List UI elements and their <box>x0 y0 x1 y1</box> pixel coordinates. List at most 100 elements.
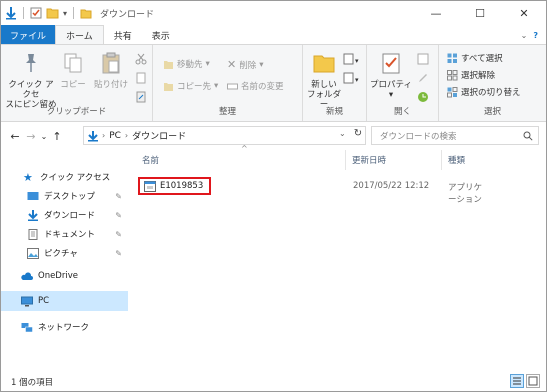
pin-icon[interactable]: ✎ <box>115 249 122 258</box>
invert-selection-label: 選択の切り替え <box>461 88 521 98</box>
ribbon: クイック アクセ スにピン留め コピー 貼り付け クリップボード 移動先 ▾ コ… <box>1 44 546 122</box>
open-icon[interactable] <box>417 53 429 65</box>
column-header-type[interactable]: 種類 <box>442 150 540 170</box>
nav-downloads-label: ダウンロード <box>44 211 96 221</box>
nav-documents-label: ドキュメント <box>44 230 96 240</box>
close-button[interactable]: ✕ <box>502 1 546 25</box>
download-location-icon <box>88 130 98 141</box>
forward-button[interactable]: → <box>23 130 39 143</box>
minimize-button[interactable]: — <box>414 1 458 25</box>
nav-onedrive[interactable]: OneDrive <box>1 266 128 286</box>
star-icon: ★ <box>23 170 33 184</box>
properties-button[interactable]: プロパティ ▾ <box>369 51 413 100</box>
copy-to-button[interactable]: コピー先 ▾ <box>163 80 218 92</box>
search-box[interactable]: ダウンロードの検索 <box>371 126 539 145</box>
maximize-button[interactable]: ☐ <box>458 1 502 25</box>
select-none-icon <box>447 69 458 80</box>
pin-icon[interactable]: ✎ <box>115 230 122 239</box>
organize-group: 移動先 ▾ コピー先 ▾ ✕ 削除 ▾ 名前の変更 整理 <box>153 45 303 121</box>
copy-button[interactable]: コピー <box>59 51 87 90</box>
quick-access-toolbar: ▾ ダウンロード <box>1 6 154 20</box>
delete-button[interactable]: ✕ 削除 ▾ <box>227 58 264 71</box>
clipboard-group: クイック アクセ スにピン留め コピー 貼り付け クリップボード <box>1 45 153 121</box>
breadcrumb-downloads[interactable]: ダウンロード <box>132 129 186 142</box>
qat-dropdown-icon[interactable]: ▾ <box>63 9 67 18</box>
details-view-button[interactable] <box>510 374 524 388</box>
properties-icon <box>382 53 400 74</box>
nav-pictures[interactable]: ピクチャ ✎ <box>1 243 128 263</box>
new-folder-icon[interactable] <box>46 7 59 19</box>
nav-downloads[interactable]: ダウンロード ✎ <box>1 205 128 225</box>
address-bar[interactable]: › PC › ダウンロード <box>83 126 366 145</box>
nav-pc[interactable]: PC <box>1 291 128 311</box>
refresh-button[interactable]: ↻ <box>351 125 365 142</box>
file-name-cell[interactable]: E1019853 <box>138 177 211 195</box>
clipboard-icon <box>102 52 120 74</box>
address-dropdown-icon[interactable]: ⌄ <box>339 129 346 138</box>
expand-ribbon-icon[interactable]: ⌄ <box>521 31 528 40</box>
breadcrumb-pc[interactable]: PC <box>109 131 121 141</box>
pin-icon <box>26 54 36 72</box>
back-button[interactable]: ← <box>7 130 23 143</box>
file-date: 2017/05/22 12:12 <box>353 181 430 191</box>
computer-icon <box>21 296 33 306</box>
file-type: アプリケーション <box>448 183 483 205</box>
select-none-button[interactable]: 選択解除 <box>447 69 495 81</box>
download-icon <box>28 209 38 221</box>
column-header-date[interactable]: 更新日時 <box>346 150 442 170</box>
paste-button[interactable]: 貼り付け <box>93 51 129 90</box>
desktop-icon <box>27 191 39 200</box>
nav-network[interactable]: ネットワーク <box>1 317 128 337</box>
tab-share[interactable]: 共有 <box>104 25 142 45</box>
properties-check-icon[interactable] <box>30 7 42 19</box>
new-folder-button[interactable]: 新しい フォルダー <box>307 51 341 110</box>
folder-icon <box>80 9 92 18</box>
breadcrumb-separator: › <box>102 131 106 140</box>
network-icon <box>21 322 33 332</box>
column-header-name[interactable]: ^ 名前 <box>136 144 346 170</box>
column-type-label: 種類 <box>448 156 466 166</box>
sort-ascending-icon: ^ <box>241 144 248 153</box>
status-bar: 1 個の項目 <box>1 373 546 391</box>
copy-to-label: コピー先 <box>177 82 212 92</box>
organize-group-label: 整理 <box>218 107 236 117</box>
open-group-label: 開く <box>393 107 411 117</box>
move-icon <box>164 60 173 69</box>
document-icon <box>28 228 38 240</box>
nav-network-label: ネットワーク <box>38 323 90 333</box>
invert-selection-button[interactable]: 選択の切り替え <box>447 86 521 98</box>
edit-icon[interactable] <box>417 72 429 84</box>
new-folder-icon <box>313 55 335 73</box>
pin-quick-access-button[interactable]: クイック アクセ スにピン留め <box>5 51 57 110</box>
large-icons-view-button[interactable] <box>526 374 540 388</box>
copy-path-icon[interactable] <box>135 72 147 84</box>
ribbon-extras: ⌄ ? <box>521 25 546 45</box>
paste-label: 貼り付け <box>93 80 128 90</box>
table-row[interactable]: E1019853 2017/05/22 12:12 アプリケーション <box>136 177 486 205</box>
rename-button[interactable]: 名前の変更 <box>227 80 284 92</box>
details-view-icon <box>513 377 521 385</box>
history-icon[interactable] <box>417 91 429 103</box>
nav-documents[interactable]: ドキュメント ✎ <box>1 224 128 244</box>
divider <box>73 7 75 19</box>
select-all-button[interactable]: すべて選択 <box>447 52 503 64</box>
tab-view[interactable]: 表示 <box>142 25 180 45</box>
cut-icon[interactable] <box>135 53 147 65</box>
down-arrow-icon[interactable] <box>5 6 17 20</box>
new-item-icon[interactable]: ▾ <box>343 53 359 65</box>
nav-quick-access[interactable]: ★ クイック アクセス <box>1 167 128 187</box>
paste-shortcut-icon[interactable] <box>135 91 147 103</box>
column-date-label: 更新日時 <box>352 156 387 166</box>
tab-file[interactable]: ファイル <box>1 25 56 45</box>
item-count: 1 個の項目 <box>11 378 54 388</box>
pin-icon[interactable]: ✎ <box>115 192 122 201</box>
recent-locations-icon[interactable]: ⌄ <box>39 132 49 141</box>
up-button[interactable]: ↑ <box>49 130 65 143</box>
move-to-button[interactable]: 移動先 ▾ <box>163 58 210 70</box>
nav-desktop[interactable]: デスクトップ ✎ <box>1 186 128 206</box>
pin-icon[interactable]: ✎ <box>115 211 122 220</box>
easy-access-icon[interactable]: ▾ <box>343 72 359 84</box>
tab-home[interactable]: ホーム <box>55 25 104 45</box>
help-icon[interactable]: ? <box>533 31 538 40</box>
open-group: プロパティ ▾ 開く <box>367 45 439 121</box>
